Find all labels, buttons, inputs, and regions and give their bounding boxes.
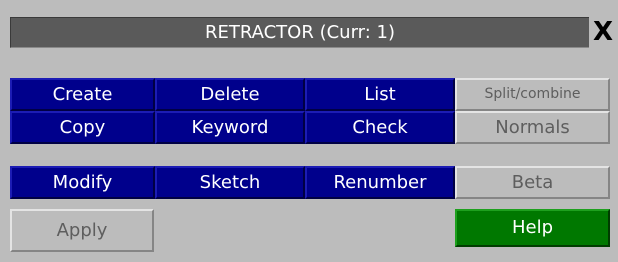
modify-button[interactable]: Modify [10,166,155,199]
delete-button[interactable]: Delete [155,78,305,111]
check-button[interactable]: Check [305,111,455,144]
apply-button[interactable]: Apply [10,209,154,252]
sketch-button[interactable]: Sketch [155,166,305,199]
beta-button[interactable]: Beta [455,166,610,199]
panel-title: RETRACTOR (Curr: 1) [10,17,589,48]
copy-button[interactable]: Copy [10,111,155,144]
renumber-button[interactable]: Renumber [305,166,455,199]
create-button[interactable]: Create [10,78,155,111]
list-button[interactable]: List [305,78,455,111]
split-combine-button[interactable]: Split/combine [455,78,610,111]
normals-button[interactable]: Normals [455,111,610,144]
close-icon[interactable]: X [590,17,616,47]
help-button[interactable]: Help [455,209,610,247]
keyword-button[interactable]: Keyword [155,111,305,144]
